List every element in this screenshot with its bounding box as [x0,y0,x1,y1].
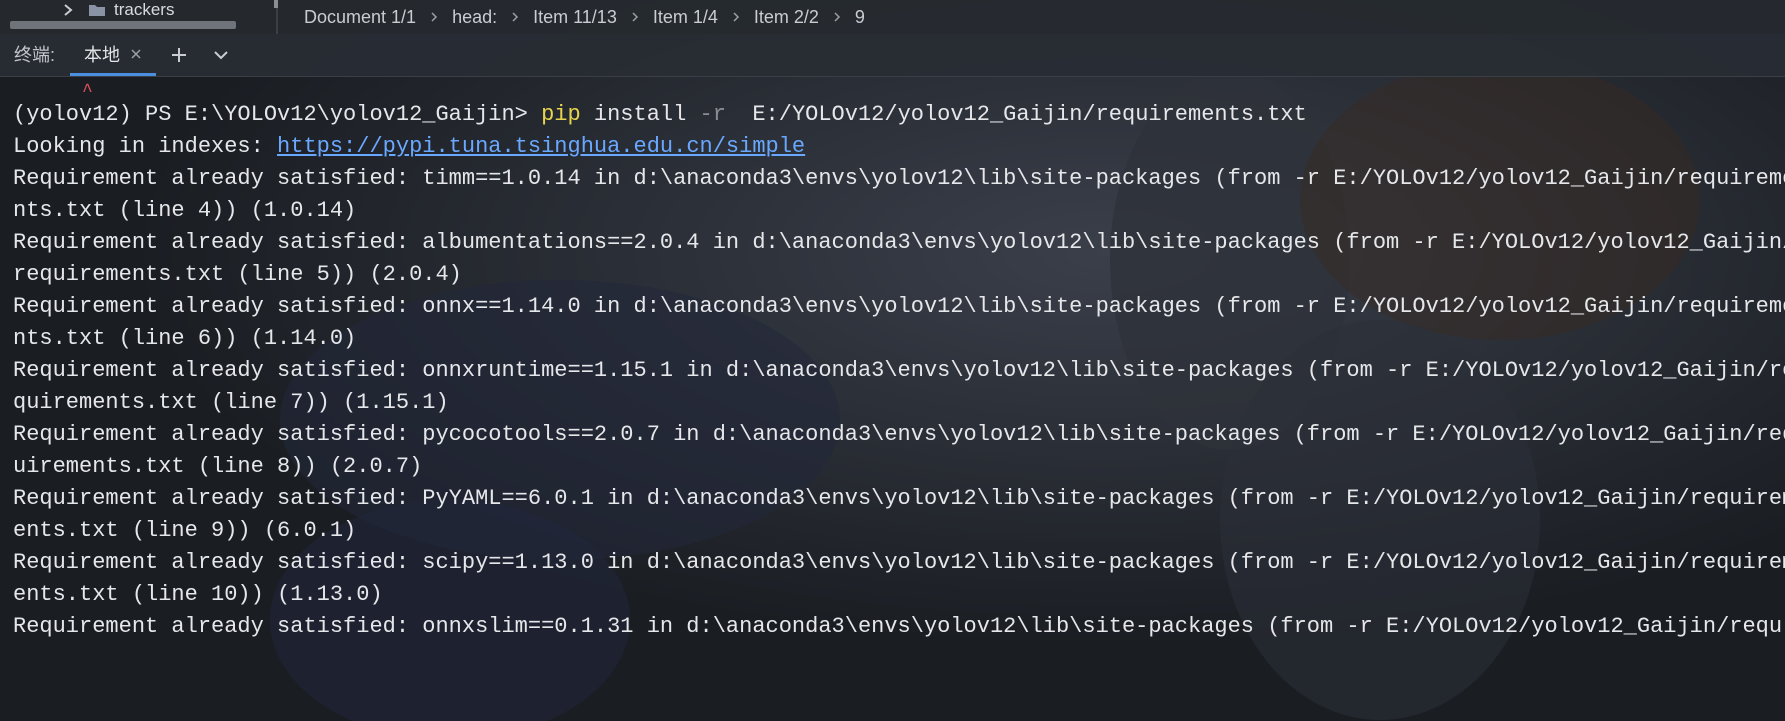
output-line: nts.txt (line 6)) (1.14.0) [13,326,357,351]
command-path: E:/YOLOv12/yolov12_Gaijin/requirements.t… [725,102,1307,127]
command-install: install [580,102,700,127]
output-line: uirements.txt (line 8)) (2.0.7) [13,454,423,479]
breadcrumb-item[interactable]: Item 2/2 [752,7,821,28]
tab-label: 本地 [84,44,120,65]
breadcrumb-item[interactable]: Item 11/13 [531,7,619,28]
output-line: Requirement already satisfied: PyYAML==6… [13,486,1785,511]
breadcrumb-item[interactable]: head: [450,7,499,28]
output-line: ents.txt (line 10)) (1.13.0) [13,582,383,607]
breadcrumb-item[interactable]: Item 1/4 [651,7,720,28]
chevron-right-icon [834,12,840,22]
add-icon[interactable] [170,46,188,64]
chevron-right-icon [431,12,438,22]
horizontal-scrollbar[interactable] [10,21,236,29]
breadcrumb: Document 1/1 head: Item 11/13 Item 1/4 I… [302,0,867,34]
terminal-tab-bar: 终端: 本地 [0,34,1785,77]
error-caret: ^ [82,82,93,102]
breadcrumb-item[interactable]: 9 [853,7,867,28]
chevron-right-icon [512,12,519,22]
index-prefix: Looking in indexes: [13,134,278,159]
output-line: Requirement already satisfied: pycocotoo… [13,422,1785,447]
command-line: (yolov12) PS E:\YOLOv12\yolov12_Gaijin> … [13,100,1307,130]
chevron-right-icon [733,12,739,22]
output-line: quirements.txt (line 7)) (1.15.1) [13,390,449,415]
prompt: (yolov12) PS E:\YOLOv12\yolov12_Gaijin> [13,102,542,127]
vertical-scrollbar[interactable] [274,0,278,8]
project-tree-item[interactable]: trackers [60,0,174,20]
index-url-link[interactable]: https://pypi.tuna.tsinghua.edu.cn/simple [277,134,805,159]
output-line: Requirement already satisfied: onnx==1.1… [13,294,1785,319]
command-pip: pip [541,102,581,127]
output-line: Requirement already satisfied: timm==1.0… [13,166,1785,191]
output-line: Requirement already satisfied: onnxrunti… [13,358,1785,383]
command-flag: -r [699,102,726,127]
terminal-output[interactable]: ^ (yolov12) PS E:\YOLOv12\yolov12_Gaijin… [0,76,1785,721]
breadcrumb-item[interactable]: Document 1/1 [302,7,418,28]
chevron-right-icon[interactable] [60,2,76,18]
chevron-right-icon [632,12,638,22]
top-bar: trackers Document 1/1 head: Item 11/13 I… [0,0,1785,34]
folder-icon [89,5,105,16]
output-line: nts.txt (line 4)) (1.0.14) [13,198,357,223]
chevron-down-icon[interactable] [212,48,230,62]
tree-item-label: trackers [114,0,175,19]
close-icon[interactable] [130,48,142,60]
output-line: requirements.txt (line 5)) (2.0.4) [13,262,462,287]
index-line: Looking in indexes: https://pypi.tuna.ts… [13,132,805,162]
tab-local[interactable]: 本地 [70,34,156,76]
output-line: Requirement already satisfied: onnxslim=… [13,614,1783,639]
output-line: Requirement already satisfied: scipy==1.… [13,550,1785,575]
output-line: Requirement already satisfied: albumenta… [13,230,1785,255]
output-line: ents.txt (line 9)) (6.0.1) [13,518,357,543]
terminal-panel-title: 终端: [14,45,56,65]
